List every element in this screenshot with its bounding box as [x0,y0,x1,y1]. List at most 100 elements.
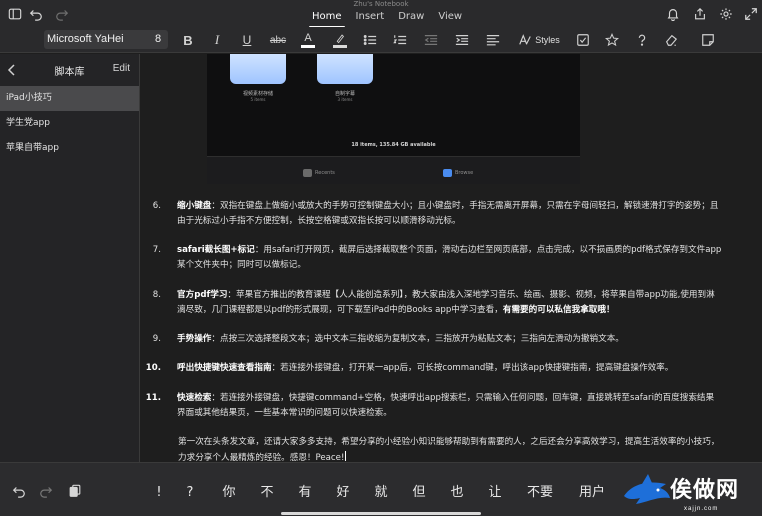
item-title: 呼出快捷键快速查看指南 [177,363,272,373]
font-size-picker[interactable]: 8 [147,30,169,49]
home-indicator [281,512,481,515]
bell-icon[interactable] [665,6,681,22]
recents-label: Recents [315,170,335,176]
styles-button[interactable]: Styles [514,31,564,49]
watermark-logo: 俟做网 xajjn.com [622,468,762,516]
redo-icon[interactable] [38,483,54,499]
title-bar: Zhu's Notebook Home Insert Draw View [0,0,762,28]
list-number: 6. [152,201,161,211]
font-color-swatch [301,44,315,48]
folder-icon [443,169,452,177]
text-cursor [345,451,347,461]
font-color-button[interactable]: A [299,31,317,49]
clock-icon [303,169,312,177]
window-title: Zhu's Notebook [353,0,409,8]
clipboard-icon[interactable] [67,483,83,499]
undo-icon[interactable] [11,483,27,499]
tab-insert[interactable]: Insert [349,8,392,26]
sidebar-item-student-apps[interactable]: 学生党app [0,111,139,136]
candidate-word[interactable]: 不 [248,483,286,503]
sidebar-toggle-icon[interactable] [7,6,23,22]
folder-count: 3 items [337,97,353,102]
highlighter-button[interactable] [331,31,349,49]
list-item: 8. 官方pdf学习：苹果官方推出的教育课程【人人能创造系列】，教大家由浅入深地… [153,288,722,318]
indent-icon[interactable] [453,31,471,49]
note-page[interactable]: 视频素材存储 5 items 自制字幕 3 items 18 items, 13… [141,54,762,462]
folder-label: 视频素材存储 [242,91,273,97]
styles-label: Styles [535,35,560,45]
item-body: ：双指在键盘上做缩小或放大的手势可控制键盘大小；且小键盘时，手指无需离开屏幕，只… [177,201,719,226]
tab-view[interactable]: View [431,8,469,26]
highlighter-icon [336,33,345,43]
styles-icon [519,34,531,45]
item-title: 官方pdf学习 [177,290,228,300]
sidebar-item-ipad-tips[interactable]: iPad小技巧 [0,86,139,111]
watermark-text: 俟做网 [670,478,740,503]
edit-button[interactable]: Edit [113,63,130,74]
candidate-word[interactable]: 但 [400,483,438,503]
candidate-word[interactable]: 也 [438,483,476,503]
item-title: 手势操作 [177,334,212,344]
item-title: 快速检索 [177,393,212,403]
list-item: 9. 手势操作：点按三次选择整段文本；选中文本三指收缩为复制文本，三指放开为粘贴… [153,332,722,347]
formatting-ribbon: Microsoft YaHei 8 B I U abc A Styles [0,27,762,53]
list-item: 10. 呼出快捷键快速查看指南：若连接外接键盘，打开某一app后，可长按comm… [146,361,722,376]
folder-count: 5 items [250,97,266,102]
list-number: 11. [145,393,161,403]
candidate-word[interactable]: ? [170,483,210,503]
ribbon-tabs: Home Insert Draw View [305,8,469,28]
item-body: ：若连接外接键盘，打开某一app后，可长按command键，呼出该app快捷键指… [271,363,674,373]
tab-home[interactable]: Home [305,8,349,28]
sticky-note-icon[interactable] [699,31,717,49]
browse-label: Browse [455,170,474,176]
list-number: 9. [152,334,161,344]
list-number: 7. [152,245,161,255]
shark-logo-icon [624,474,670,504]
italic-button[interactable]: I [209,31,225,49]
help-icon[interactable] [633,31,651,49]
item-body: ：点按三次选择整段文本；选中文本三指收缩为复制文本，三指放开为粘贴文本；三指向左… [211,334,624,344]
numbered-list-icon[interactable] [391,31,409,49]
folder-icon [230,54,286,84]
sidebar-item-builtin-apps[interactable]: 苹果自带app [0,136,139,161]
font-color-glyph: A [304,31,312,44]
folder-label: 自制字幕 [334,91,355,97]
closing-paragraph[interactable]: 第一次在头条发文章，还请大家多多支持，希望分享的小经验小知识能够帮助到有需要的人… [178,434,726,462]
item-body: ：用safari打开网页，截屏后选择截取整个页面，滑动右边栏至网页底部，点击完成… [177,245,722,270]
star-icon[interactable] [603,31,621,49]
candidate-word[interactable]: 就 [362,483,400,503]
list-number: 10. [145,363,161,373]
item-title: 缩小键盘 [177,201,212,211]
redo-icon[interactable] [54,6,70,22]
pages-sidebar: 脚本库 Edit iPad小技巧 学生党app 苹果自带app [0,54,140,462]
candidate-word[interactable]: 用户 [566,483,618,503]
recents-tab: Recents [303,169,335,177]
closing-text: 第一次在头条发文章，还请大家多多支持，希望分享的小经验小知识能够帮助到有需要的人… [178,437,720,462]
tab-draw[interactable]: Draw [391,8,431,26]
list-item: 7. safari截长图+标记：用safari打开网页，截屏后选择截取整个页面，… [153,243,722,273]
candidate-word[interactable]: 好 [324,483,362,503]
item-body: ：若连接外接键盘，快捷键command+空格，快速呼出app搜索栏，只需输入任何… [177,393,715,418]
list-item: 11. 快速检索：若连接外接键盘，快捷键command+空格，快速呼出app搜索… [146,391,722,421]
watermark-url: xajjn.com [684,506,719,512]
undo-icon[interactable] [28,6,44,22]
list-number: 8. [152,290,161,300]
candidate-word[interactable]: 不要 [514,483,566,503]
candidate-word[interactable]: 你 [210,483,248,503]
embedded-screenshot[interactable]: 视频素材存储 5 items 自制字幕 3 items 18 items, 13… [207,54,580,184]
share-icon[interactable] [692,6,708,22]
align-icon[interactable] [484,31,502,49]
candidate-word[interactable]: 让 [476,483,514,503]
expand-icon[interactable] [743,6,759,22]
bold-button[interactable]: B [180,31,196,49]
strikethrough-button[interactable]: abc [268,31,288,49]
candidate-word[interactable]: 有 [286,483,324,503]
outdent-icon[interactable] [422,31,440,49]
bulleted-list-icon[interactable] [361,31,379,49]
candidate-word[interactable]: ! [148,483,170,503]
eraser-icon[interactable] [662,31,680,49]
underline-button[interactable]: U [239,31,255,49]
checkbox-icon[interactable] [574,31,592,49]
item-title: safari截长图+标记 [177,245,255,255]
gear-icon[interactable] [718,6,734,22]
